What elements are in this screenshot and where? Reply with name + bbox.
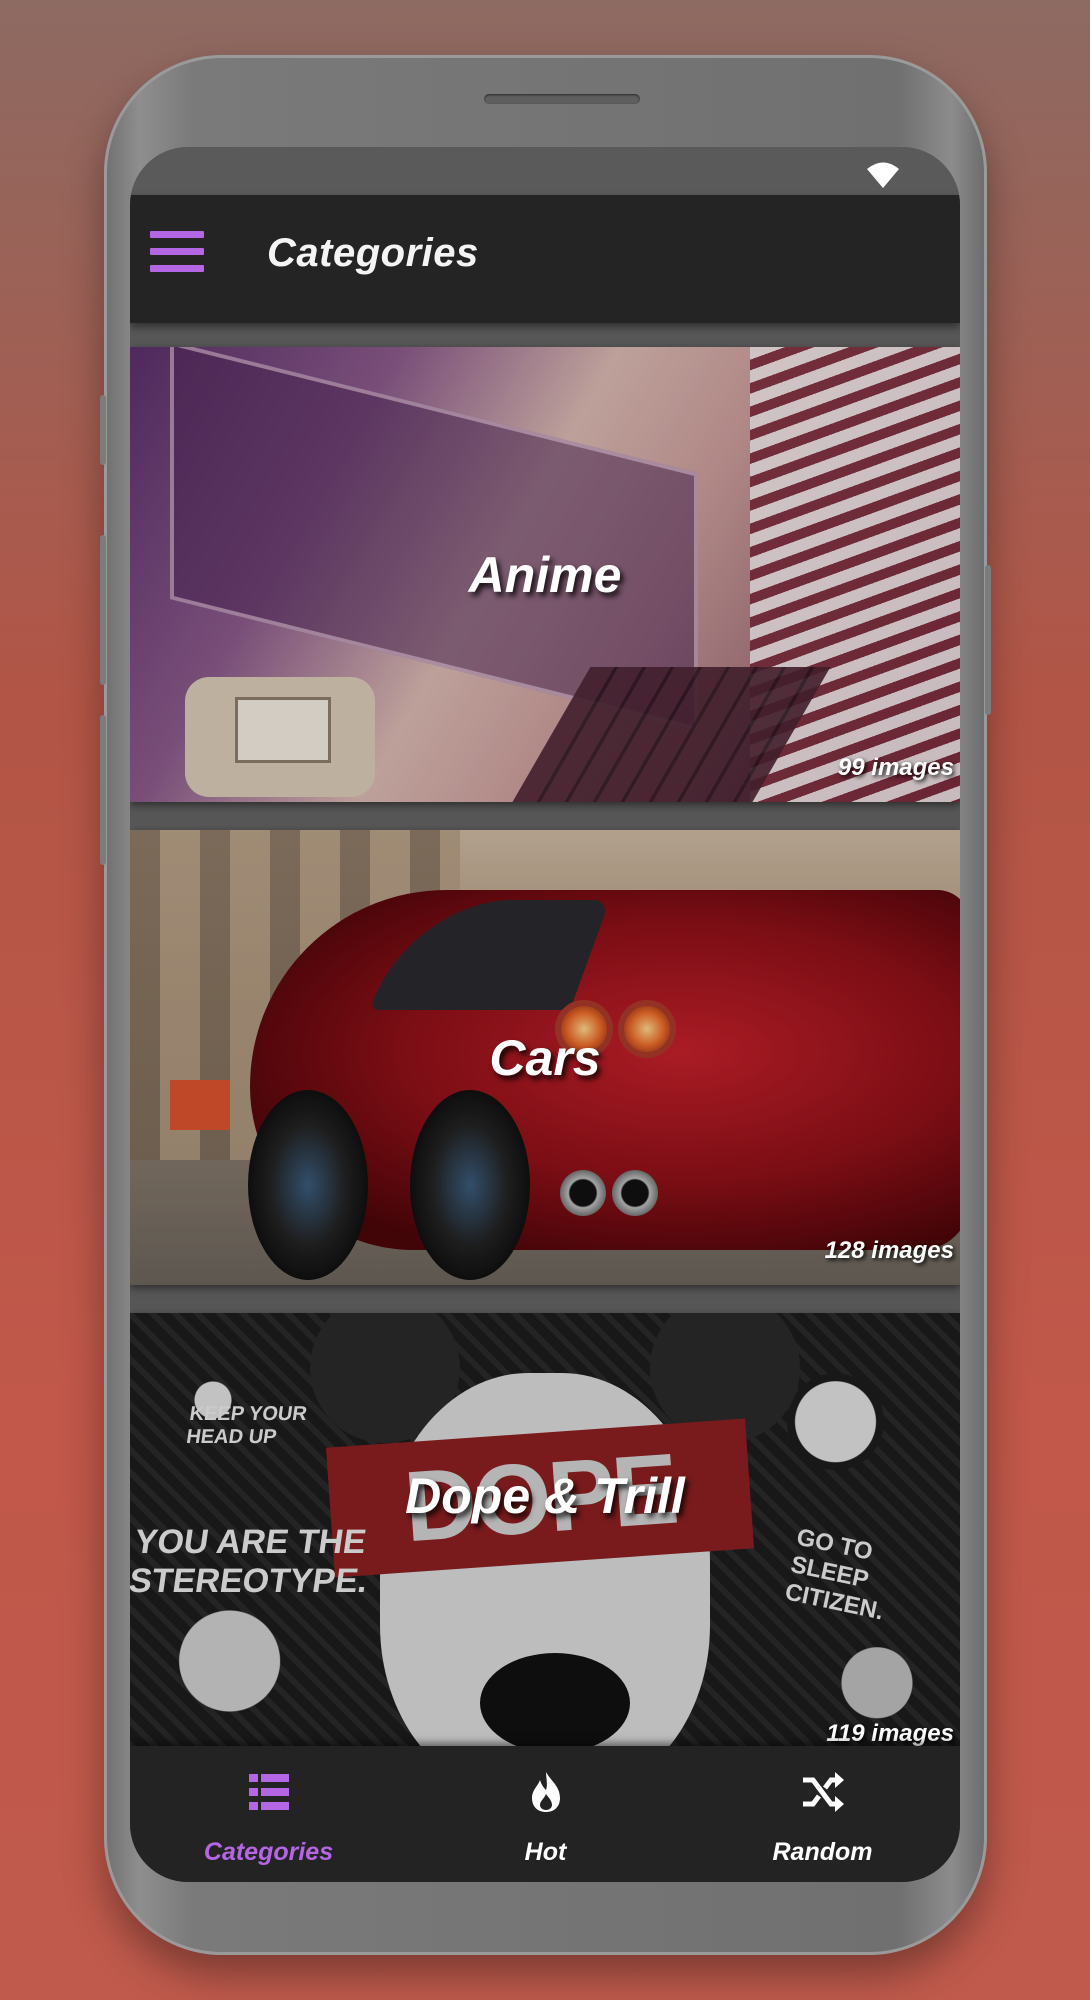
app-screen: Categories Anime 99 images Cars 128 imag… bbox=[130, 147, 960, 1882]
nav-label: Random bbox=[772, 1838, 873, 1866]
hamburger-menu-icon[interactable] bbox=[150, 231, 204, 279]
shuffle-icon bbox=[802, 1772, 844, 1812]
nav-label: Hot bbox=[524, 1838, 567, 1866]
nav-label: Categories bbox=[203, 1838, 334, 1866]
nav-tab-random[interactable]: Random bbox=[684, 1746, 960, 1882]
category-card-dope-trill[interactable]: DOPE YOU ARE THE STEREOTYPE. GO TO SLEEP CI… bbox=[130, 1313, 960, 1748]
list-icon bbox=[248, 1774, 289, 1810]
app-bar: Categories bbox=[130, 195, 960, 323]
category-image-count: 99 images bbox=[837, 754, 954, 781]
category-card-cars[interactable]: Cars 128 images bbox=[130, 830, 960, 1285]
bottom-navigation: Categories Hot Random bbox=[130, 1746, 960, 1882]
power-button bbox=[985, 565, 991, 715]
side-button bbox=[100, 715, 106, 865]
nav-tab-hot[interactable]: Hot bbox=[407, 1746, 684, 1882]
category-image-count: 119 images bbox=[826, 1720, 954, 1747]
flame-icon bbox=[531, 1772, 560, 1812]
page-title: Categories bbox=[267, 231, 479, 275]
category-image-count: 128 images bbox=[824, 1237, 954, 1264]
phone-frame: Categories Anime 99 images Cars 128 imag… bbox=[100, 55, 991, 1955]
earpiece-speaker bbox=[484, 94, 640, 104]
category-name: Cars bbox=[489, 1029, 601, 1086]
category-name: Dope & Trill bbox=[405, 1467, 685, 1524]
nav-tab-categories[interactable]: Categories bbox=[130, 1746, 407, 1882]
status-bar bbox=[130, 147, 960, 195]
side-button bbox=[100, 395, 106, 465]
category-card-anime[interactable]: Anime 99 images bbox=[130, 347, 960, 802]
wifi-icon bbox=[867, 162, 899, 188]
side-button bbox=[100, 535, 106, 685]
category-name: Anime bbox=[468, 546, 622, 603]
